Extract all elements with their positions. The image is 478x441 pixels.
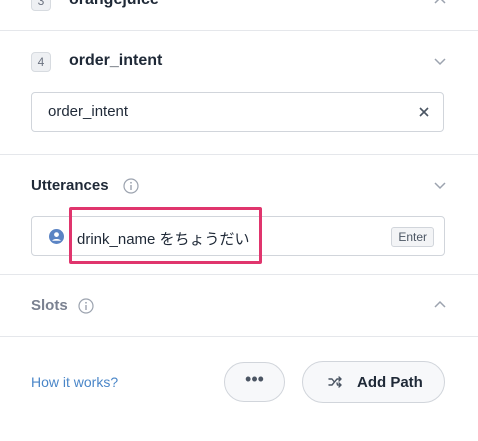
add-path-label: Add Path [357,374,423,391]
intent-name-field[interactable] [31,92,444,132]
shuffle-icon [328,375,344,389]
intent-name-input[interactable] [48,103,388,120]
enter-key-badge[interactable]: Enter [391,227,434,247]
slots-title: Slots [31,297,68,314]
utterance-text: drink_name をちょうだい [77,231,250,248]
how-it-works-link[interactable]: How it works? [31,374,118,390]
more-options-button[interactable]: ••• [224,362,285,402]
clear-icon[interactable] [417,105,431,119]
step-title: order_intent [69,52,163,69]
chevron-down-icon[interactable] [433,178,447,192]
utterance-input[interactable]: drink_name をちょうだい Enter [31,216,445,256]
step-number-badge: 4 [31,52,51,72]
step-number-badge: 3 [31,0,51,11]
divider [0,30,478,31]
chevron-down-icon[interactable] [433,54,447,68]
utterances-title: Utterances [31,177,109,194]
divider [0,154,478,155]
divider [0,274,478,275]
chevron-up-icon[interactable] [433,298,447,312]
info-icon[interactable] [123,178,139,194]
chevron-up-icon[interactable] [433,0,447,8]
add-path-button[interactable]: Add Path [302,361,445,403]
user-icon [49,229,64,244]
info-icon[interactable] [78,298,94,314]
divider [0,336,478,337]
step-title: orangejuice [69,0,159,9]
